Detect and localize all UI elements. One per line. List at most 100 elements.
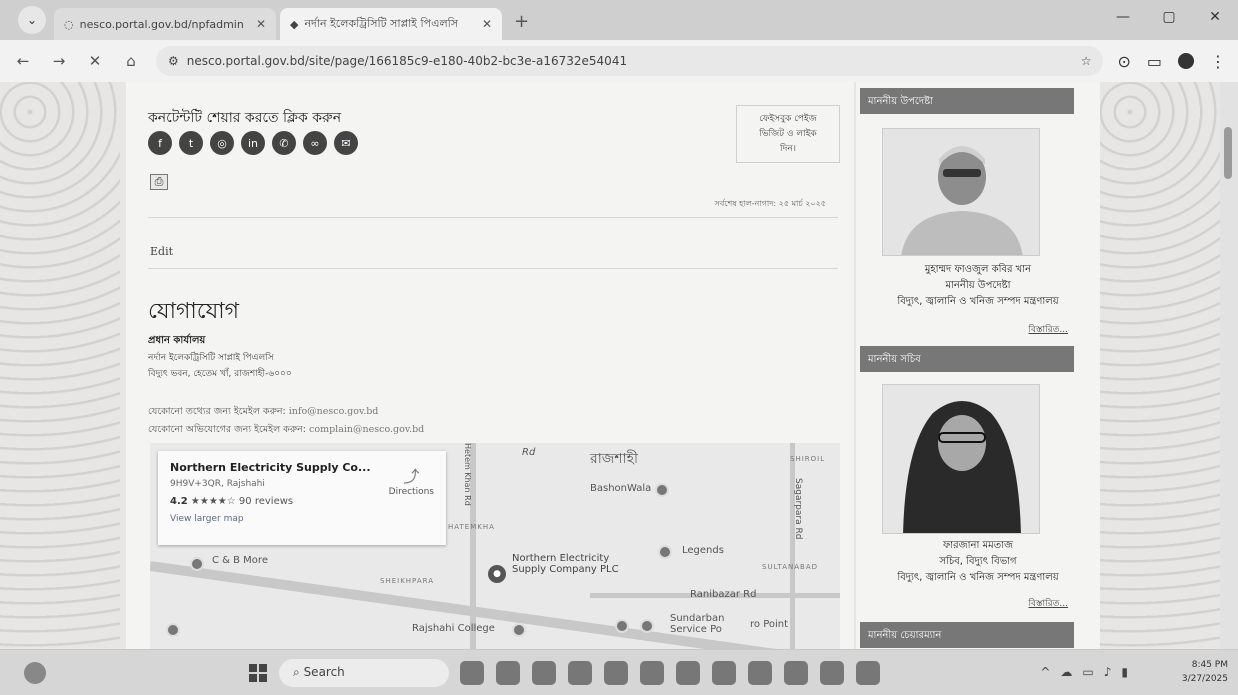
info-email-link[interactable]: info@nesco.gov.bd: [289, 406, 379, 417]
fb-box-line: ভিজিট ও লাইক: [759, 129, 817, 139]
app-icon[interactable]: [676, 661, 700, 685]
main-content: কনটেন্টটি শেয়ার করতে ক্লিক করুন f t ◎ i…: [126, 82, 854, 649]
edit-link[interactable]: Edit: [150, 245, 173, 258]
profile-icon[interactable]: [1178, 53, 1194, 69]
view-larger-map-link[interactable]: View larger map: [170, 514, 434, 524]
home-icon[interactable]: ⌂: [120, 52, 142, 70]
print-icon[interactable]: ⎙: [150, 174, 168, 190]
tab-admin[interactable]: ◌ nesco.portal.gov.bd/npfadmin ✕: [54, 8, 276, 40]
twitter-icon[interactable]: t: [179, 131, 203, 155]
forward-icon[interactable]: →: [48, 52, 70, 70]
close-icon[interactable]: ✕: [84, 52, 106, 70]
map-label: Rajshahi College: [412, 623, 495, 634]
widgets-icon[interactable]: [460, 661, 484, 685]
app-icon[interactable]: [856, 661, 880, 685]
menu-icon[interactable]: ⋮: [1210, 52, 1226, 71]
chrome-icon[interactable]: [568, 661, 592, 685]
network-icon[interactable]: ▭: [1082, 665, 1093, 679]
facebook-icon[interactable]: f: [148, 131, 172, 155]
advisor-portrait-icon: [883, 129, 1039, 255]
new-tab-icon[interactable]: +: [514, 11, 529, 32]
clock[interactable]: 8:45 PM 3/27/2025: [1182, 658, 1228, 686]
directions-button[interactable]: ⤴ Directions: [389, 463, 434, 497]
chrome-icon[interactable]: [820, 661, 844, 685]
map-label: Sundarban Service Po: [670, 613, 725, 635]
secretary-heading: মাননীয় সচিব: [860, 346, 1074, 372]
facebook-page-box[interactable]: ফেইসবুক পেইজ ভিজিট ও লাইক দিন।: [736, 105, 840, 163]
whatsapp-icon[interactable]: ✆: [272, 131, 296, 155]
poi-icon[interactable]: [190, 557, 204, 571]
map-label: C & B More: [212, 555, 268, 566]
map-label: SULTANABAD: [762, 563, 819, 571]
reviews-link[interactable]: 90 reviews: [239, 496, 293, 507]
map-label: Sagarpara Rd: [793, 478, 803, 540]
divider: [148, 268, 838, 269]
poi-icon[interactable]: [655, 483, 669, 497]
system-tray: ^ ☁ ▭ ♪ ▮: [1040, 665, 1128, 679]
chevron-up-icon[interactable]: ^: [1040, 665, 1050, 679]
poi-icon[interactable]: [166, 623, 180, 637]
window-close-icon[interactable]: ✕: [1192, 0, 1238, 34]
map-label: HATEMKHA: [448, 523, 495, 531]
volume-icon[interactable]: ♪: [1104, 665, 1112, 679]
share-icon[interactable]: ◎: [210, 131, 234, 155]
map-road: [790, 443, 795, 649]
app-icon[interactable]: [532, 661, 556, 685]
taskbar-search[interactable]: ⌕ Search: [279, 659, 449, 687]
poi-icon[interactable]: [640, 619, 654, 633]
complain-email-link[interactable]: complain@nesco.gov.bd: [309, 424, 424, 435]
google-map[interactable]: রাজশাহী Rd SHIROIL BashonWala HATEMKHA L…: [150, 443, 840, 649]
secretary-details-link[interactable]: বিস্তারিত...: [1028, 596, 1068, 611]
fb-box-line: দিন।: [780, 144, 796, 154]
linkedin-icon[interactable]: in: [241, 131, 265, 155]
app-icon[interactable]: [604, 661, 628, 685]
address-bar[interactable]: ⚙ nesco.portal.gov.bd/site/page/166185c9…: [156, 46, 1104, 76]
poi-icon[interactable]: [615, 619, 629, 633]
map-label: Rd: [522, 447, 536, 458]
tab-list-chevron-icon[interactable]: ⌄: [18, 6, 46, 34]
minimize-icon[interactable]: —: [1100, 0, 1146, 34]
address-line: বিদ্যুৎ ভবন, হেতেম খাঁ, রাজশাহী-৬০০০: [148, 369, 292, 379]
start-icon[interactable]: [249, 664, 267, 682]
location-pin-icon[interactable]: ●: [488, 565, 506, 583]
link-icon[interactable]: ∞: [303, 131, 327, 155]
map-label: Legends: [682, 545, 724, 556]
place-rating: 4.2 ★★★★☆ 90 reviews: [170, 496, 434, 507]
tab-strip: ⌄ ◌ nesco.portal.gov.bd/npfadmin ✕ ◆ নর্…: [0, 0, 1238, 40]
secretary-portrait-icon: [883, 385, 1039, 533]
poi-icon[interactable]: [512, 623, 526, 637]
weather-icon[interactable]: [24, 662, 46, 684]
advisor-ministry: বিদ্যুৎ, জ্বালানি ও খনিজ সম্পদ মন্ত্রণাল…: [897, 296, 1059, 307]
cloud-icon[interactable]: ☁: [1060, 665, 1072, 679]
poi-icon[interactable]: [658, 545, 672, 559]
sidepanel-icon[interactable]: ▭: [1147, 52, 1162, 71]
battery-icon[interactable]: ▮: [1121, 665, 1128, 679]
page-scrollbar[interactable]: [1220, 82, 1238, 649]
close-tab-icon[interactable]: ✕: [256, 17, 266, 31]
app-icon[interactable]: [712, 661, 736, 685]
scrollbar-thumb[interactable]: [1224, 127, 1232, 179]
share-icons: f t ◎ in ✆ ∞ ✉: [148, 131, 358, 155]
app-icon[interactable]: [784, 661, 808, 685]
search-label: Search: [303, 665, 345, 679]
star-icon[interactable]: ☆: [1081, 54, 1092, 68]
maximize-icon[interactable]: ▢: [1146, 0, 1192, 34]
close-tab-icon[interactable]: ✕: [482, 17, 492, 31]
tab-nesco[interactable]: ◆ নর্দান ইলেকট্রিসিটি সাপ্লাই পিএলসি ✕: [280, 8, 502, 40]
complain-prefix: যেকোনো অভিযোগের জন্য ইমেইল করুন:: [148, 424, 306, 435]
url-text[interactable]: nesco.portal.gov.bd/site/page/166185c9-e…: [187, 54, 1073, 68]
place-info-card: Northern Electricity Supply Co... 9H9V+3…: [158, 451, 446, 545]
last-updated: সর্বশেষ হাল-নাগাদ: ২৫ মার্চ ২০২৫: [714, 199, 826, 208]
back-icon[interactable]: ←: [12, 52, 34, 70]
map-label: BashonWala: [590, 483, 652, 494]
app-icon[interactable]: [748, 661, 772, 685]
extensions-icon[interactable]: ⊙: [1117, 52, 1130, 71]
advisor-title: মাননীয় উপদেষ্টা: [945, 280, 1011, 291]
file-explorer-icon[interactable]: [496, 661, 520, 685]
site-info-icon[interactable]: ⚙: [168, 54, 179, 68]
chairman-heading: মাননীয় চেয়ারম্যান: [860, 622, 1074, 648]
secretary-name: ফারজানা মমতাজ: [942, 540, 1014, 551]
advisor-details-link[interactable]: বিস্তারিত...: [1028, 322, 1068, 337]
messenger-icon[interactable]: ✉: [334, 131, 358, 155]
app-icon[interactable]: [640, 661, 664, 685]
